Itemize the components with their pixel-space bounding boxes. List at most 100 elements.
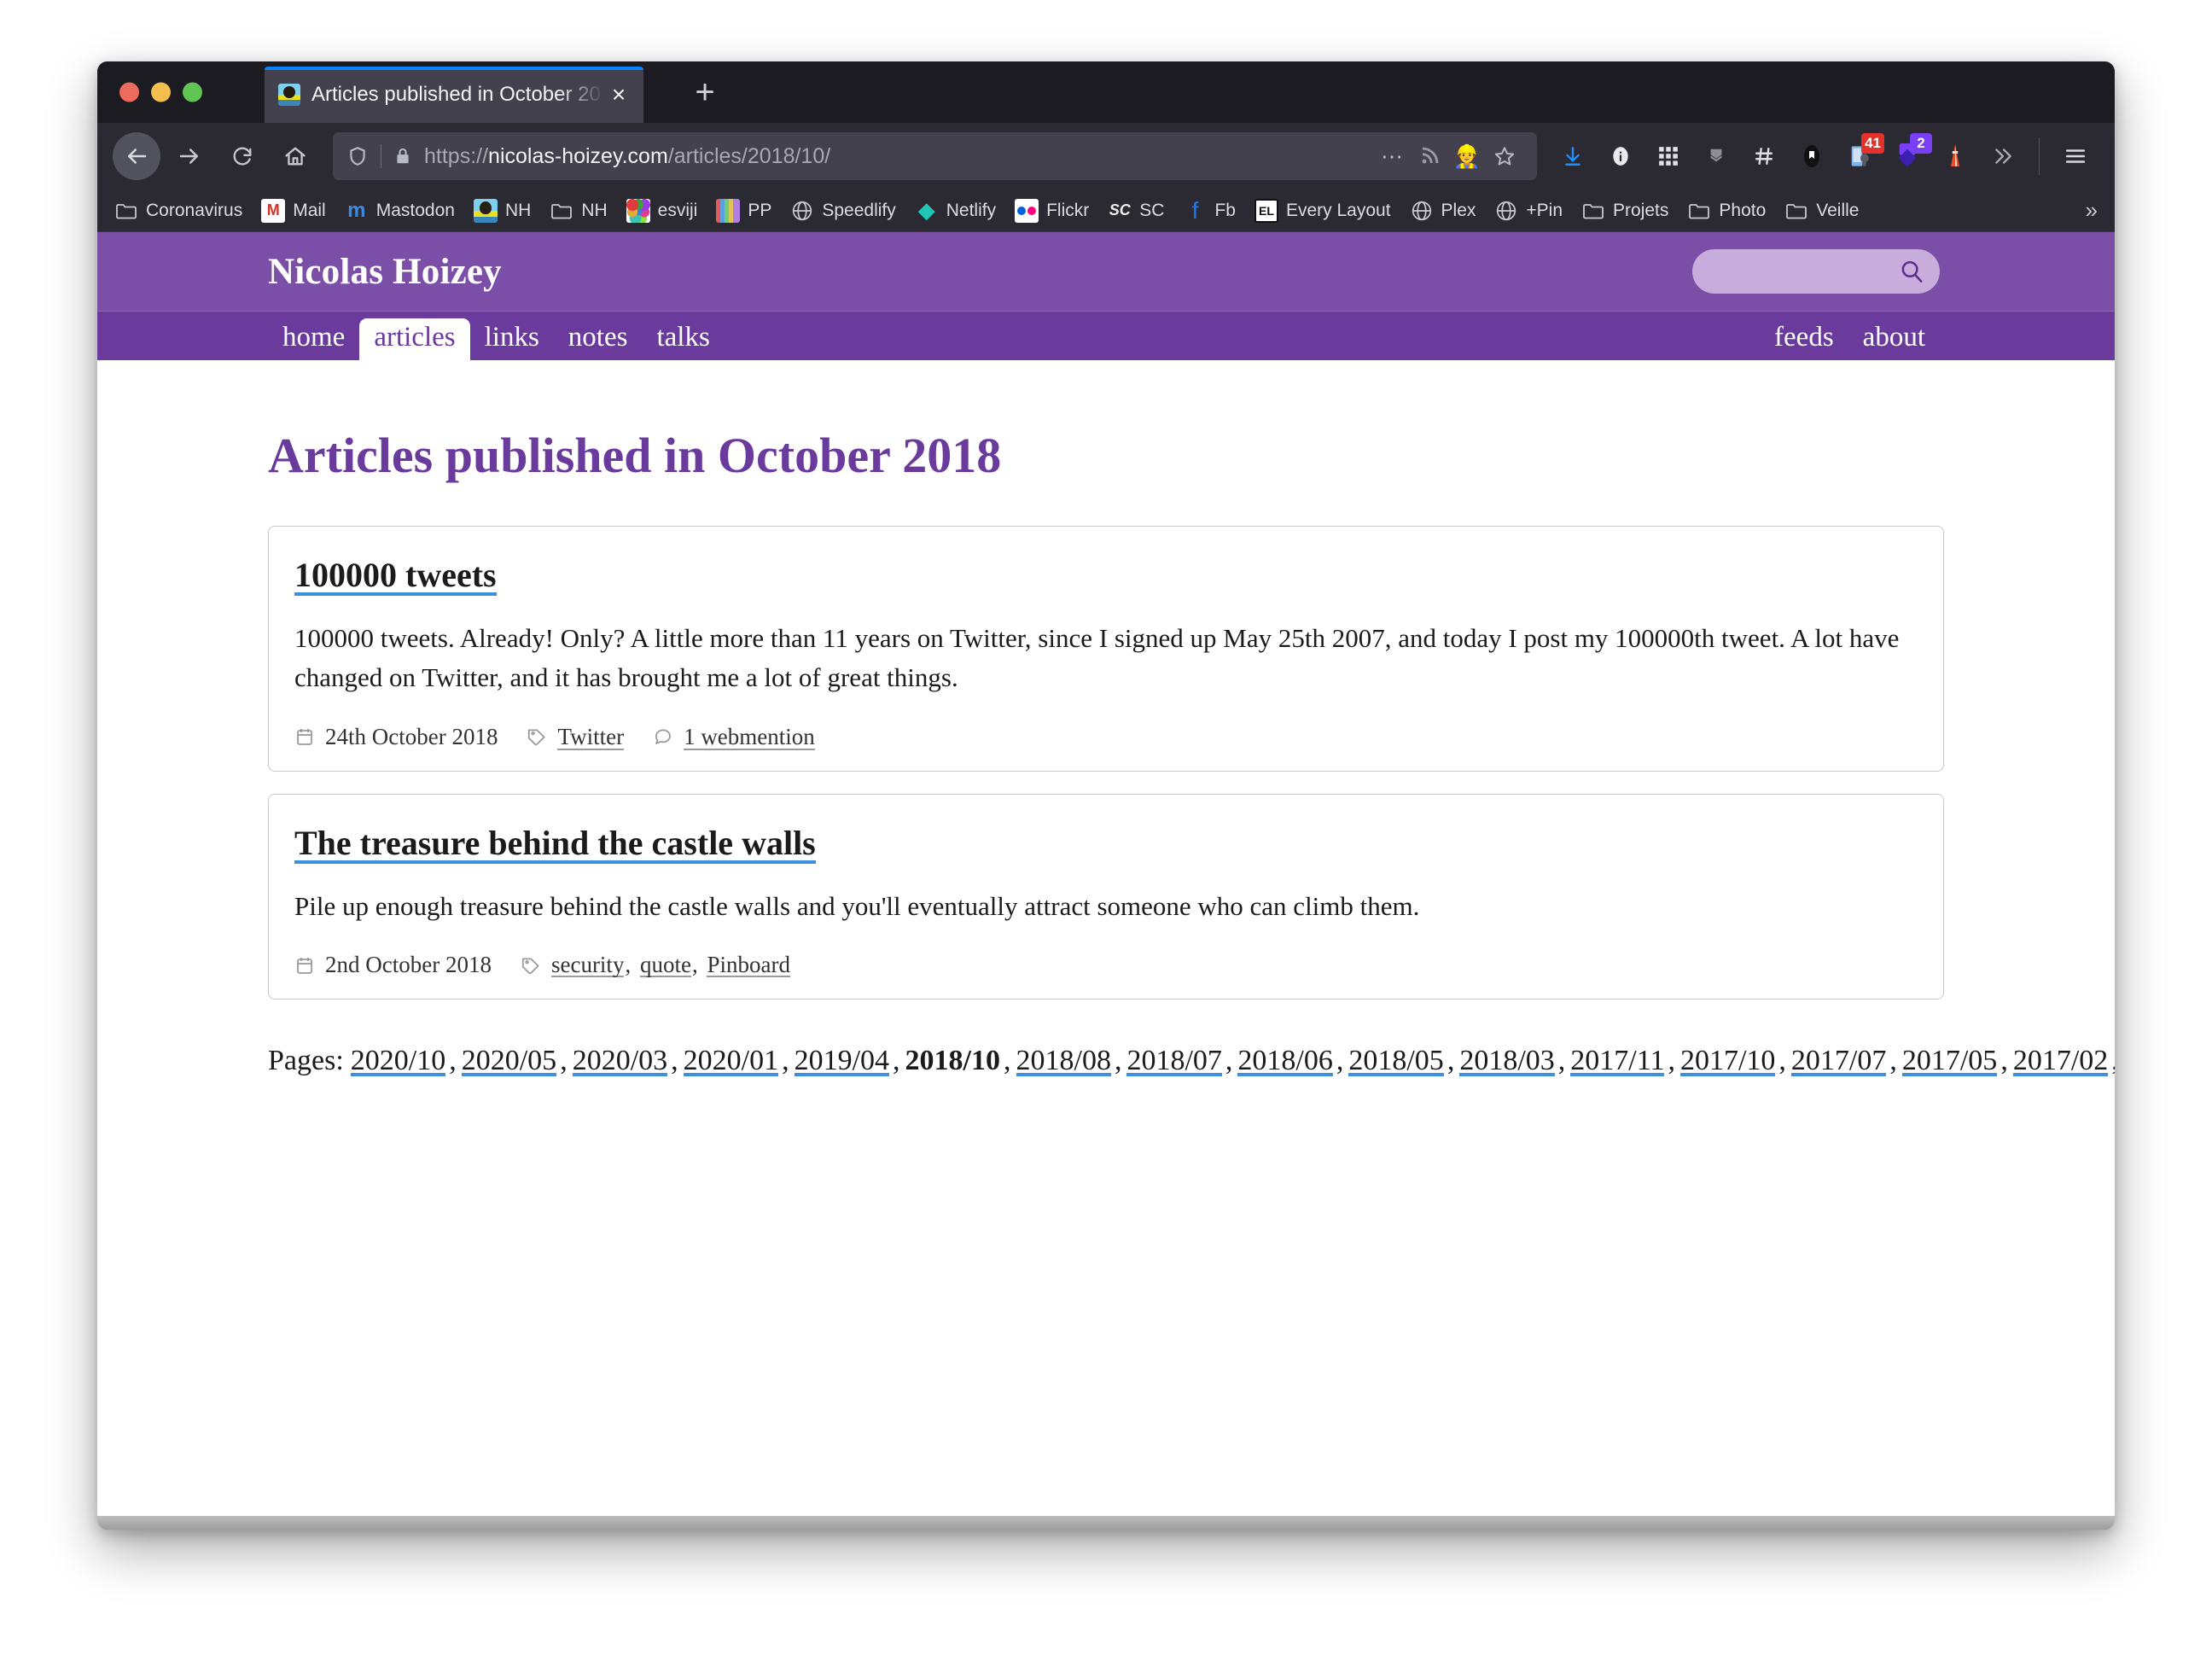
pagination-page-link[interactable]: 2020/01 bbox=[684, 1045, 778, 1076]
pagination-page-link[interactable]: 2017/07 bbox=[1791, 1045, 1886, 1076]
pagination-separator: , bbox=[782, 1045, 789, 1077]
pagination-page-link[interactable]: 2018/08 bbox=[1016, 1045, 1111, 1076]
back-icon[interactable] bbox=[113, 132, 160, 180]
pagination-page-link[interactable]: 2020/05 bbox=[462, 1045, 556, 1076]
page-content: Articles published in October 2018 10000… bbox=[97, 428, 2115, 1084]
purple-diamond-icon[interactable]: 2 bbox=[1886, 133, 1932, 178]
bookmark-item-flickr[interactable]: Flickr bbox=[1015, 198, 1089, 223]
bookmark-item-mail[interactable]: M Mail bbox=[261, 198, 326, 223]
bookmark-item-speedlify[interactable]: Speedlify bbox=[790, 199, 896, 223]
nav-item-links[interactable]: links bbox=[470, 318, 554, 360]
url-text[interactable]: https://nicolas-hoizey.com/articles/2018… bbox=[424, 144, 1373, 169]
pagination-page-link[interactable]: 2019/04 bbox=[795, 1045, 889, 1076]
forward-icon[interactable] bbox=[166, 132, 213, 180]
nav-item-feeds[interactable]: feeds bbox=[1760, 318, 1848, 360]
pagination-page-link[interactable]: 2018/05 bbox=[1348, 1045, 1443, 1076]
primary-nav: home articles links notes talks bbox=[268, 318, 725, 360]
close-window-button[interactable] bbox=[119, 82, 139, 102]
article-excerpt: Pile up enough treasure behind the castl… bbox=[294, 890, 1420, 921]
bookmark-item-projets[interactable]: Projets bbox=[1581, 199, 1668, 223]
site-search[interactable] bbox=[1692, 249, 1940, 294]
bookmark-item-every-layout[interactable]: EL Every Layout bbox=[1254, 198, 1391, 223]
pagination-separator: , bbox=[449, 1045, 457, 1077]
bookmark-item--pin[interactable]: +Pin bbox=[1494, 199, 1563, 223]
window-controls bbox=[119, 82, 202, 102]
pagination-page-link[interactable]: 2017/10 bbox=[1680, 1045, 1775, 1076]
bookmark-label: Photo bbox=[1719, 200, 1767, 220]
globe-icon bbox=[1494, 199, 1518, 223]
nh-avatar-icon bbox=[473, 198, 498, 223]
pocket-bookmark-icon[interactable] bbox=[1790, 135, 1833, 178]
pagination-page-link[interactable]: 2018/06 bbox=[1237, 1045, 1332, 1076]
nav-item-home[interactable]: home bbox=[268, 318, 359, 360]
site-title[interactable]: Nicolas Hoizey bbox=[268, 251, 502, 293]
pagination-page-link[interactable]: 2018/03 bbox=[1459, 1045, 1554, 1076]
tag-link[interactable]: security bbox=[551, 952, 624, 977]
new-tab-button[interactable]: + bbox=[686, 73, 724, 111]
pagination-current-page: 2018/10 bbox=[905, 1045, 1000, 1077]
reader-person-icon[interactable]: 👷 bbox=[1448, 137, 1486, 175]
maximize-window-button[interactable] bbox=[183, 82, 202, 102]
browser-tab[interactable]: Articles published in October 2018 × bbox=[265, 67, 643, 123]
bookmark-item-mastodon[interactable]: m Mastodon bbox=[345, 199, 455, 223]
chevron-badge-icon[interactable] bbox=[1695, 135, 1738, 178]
nav-item-talks[interactable]: talks bbox=[642, 318, 724, 360]
mobile-sync-icon[interactable]: 41 bbox=[1838, 133, 1884, 178]
lighthouse-icon[interactable] bbox=[1934, 135, 1976, 178]
nav-item-articles[interactable]: articles bbox=[359, 318, 470, 360]
pagination-page-link[interactable]: 2017/11 bbox=[1570, 1045, 1664, 1076]
bookmark-star-icon[interactable] bbox=[1486, 137, 1523, 175]
bookmark-item-photo[interactable]: Photo bbox=[1687, 199, 1766, 223]
bookmark-label: NH bbox=[581, 200, 608, 220]
article-date: 24th October 2018 bbox=[294, 724, 498, 750]
notification-badge: 2 bbox=[1910, 133, 1932, 154]
tab-strip: Articles published in October 2018 × + bbox=[97, 61, 2115, 123]
netlify-icon: ◆ bbox=[917, 198, 935, 223]
apps-grid-icon[interactable] bbox=[1647, 135, 1690, 178]
bookmark-label: Mail bbox=[293, 200, 326, 220]
bookmark-item-coronavirus[interactable]: Coronavirus bbox=[114, 199, 242, 223]
hash-icon[interactable] bbox=[1743, 135, 1785, 178]
article-title-link[interactable]: 100000 tweets bbox=[294, 556, 497, 596]
bookmark-item-netlify[interactable]: ◆ Netlify bbox=[915, 199, 996, 223]
downloads-icon[interactable] bbox=[1551, 135, 1594, 178]
bookmark-label: +Pin bbox=[1526, 200, 1563, 220]
lock-icon[interactable] bbox=[393, 145, 412, 167]
info-circle-icon[interactable] bbox=[1599, 135, 1642, 178]
reload-icon[interactable] bbox=[218, 132, 266, 180]
rss-feed-icon[interactable] bbox=[1411, 137, 1448, 175]
webmention-link[interactable]: 1 webmention bbox=[684, 724, 815, 750]
close-icon[interactable]: × bbox=[604, 80, 633, 109]
page-actions-icon[interactable]: ⋯ bbox=[1373, 137, 1411, 175]
tag-link[interactable]: Pinboard bbox=[707, 952, 790, 977]
pagination-page-link[interactable]: 2017/02 bbox=[2013, 1045, 2108, 1076]
pagination-page-link[interactable]: 2018/07 bbox=[1126, 1045, 1221, 1076]
search-input[interactable] bbox=[1708, 249, 1904, 294]
bookmark-item-pp[interactable]: PP bbox=[716, 198, 771, 223]
bookmark-item-veille[interactable]: Veille bbox=[1784, 199, 1859, 223]
pagination-page-link[interactable]: 2020/10 bbox=[351, 1045, 445, 1076]
secondary-nav: feeds about bbox=[1760, 318, 1940, 360]
bookmark-item-nh[interactable]: NH bbox=[473, 198, 531, 223]
url-bar[interactable]: https://nicolas-hoizey.com/articles/2018… bbox=[333, 132, 1537, 180]
minimize-window-button[interactable] bbox=[151, 82, 171, 102]
tag-link[interactable]: Twitter bbox=[557, 724, 624, 750]
article-title-link[interactable]: The treasure behind the castle walls bbox=[294, 824, 816, 864]
bookmark-item-nh[interactable]: NH bbox=[550, 199, 608, 223]
pagination-page-link[interactable]: 2020/03 bbox=[573, 1045, 667, 1076]
calendar-icon bbox=[294, 955, 315, 976]
tracking-protection-shield-icon[interactable] bbox=[346, 144, 369, 168]
bookmarks-overflow-icon[interactable]: » bbox=[2079, 197, 2098, 224]
bookmark-item-plex[interactable]: Plex bbox=[1410, 199, 1476, 223]
app-menu-icon[interactable] bbox=[2054, 135, 2097, 178]
home-icon[interactable] bbox=[271, 132, 319, 180]
bookmark-item-esviji[interactable]: esviji bbox=[626, 198, 697, 223]
tag-link[interactable]: quote bbox=[640, 952, 691, 977]
bookmark-item-sc[interactable]: SC SC bbox=[1108, 199, 1165, 223]
nav-item-notes[interactable]: notes bbox=[554, 318, 643, 360]
nav-item-about[interactable]: about bbox=[1848, 318, 1940, 360]
pagination-page-link[interactable]: 2017/05 bbox=[1902, 1045, 1997, 1076]
article-tags: Twitter bbox=[527, 724, 624, 750]
overflow-chevrons-icon[interactable] bbox=[1982, 135, 2024, 178]
bookmark-item-fb[interactable]: f Fb bbox=[1183, 199, 1236, 223]
